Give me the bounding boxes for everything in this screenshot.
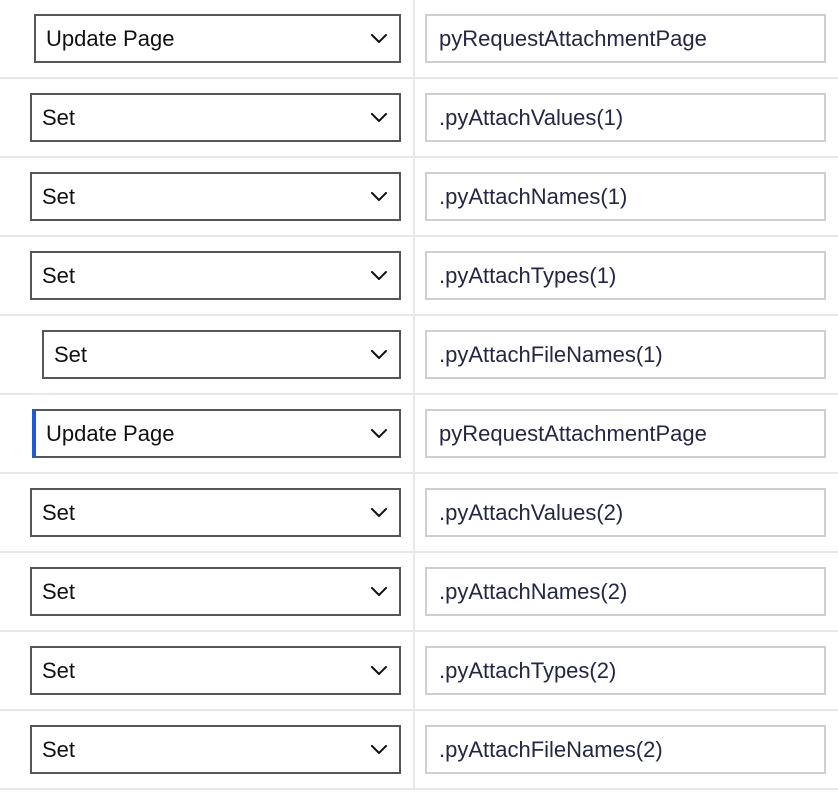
action-dropdown[interactable]: Set <box>30 725 401 774</box>
target-cell: .pyAttachValues(2) <box>415 474 838 551</box>
target-cell: .pyAttachFileNames(1) <box>415 316 838 393</box>
table-row: Update Page pyRequestAttachmentPage <box>0 395 838 474</box>
target-input[interactable]: .pyAttachValues(1) <box>425 93 826 142</box>
target-input[interactable]: pyRequestAttachmentPage <box>425 14 826 63</box>
chevron-down-icon <box>371 508 387 518</box>
action-cell: Set <box>0 711 415 788</box>
actions-table: Update Page pyRequestAttachmentPage Set <box>0 0 838 790</box>
dropdown-label: Set <box>54 342 87 368</box>
action-cell: Set <box>0 158 415 235</box>
dropdown-label: Set <box>42 105 75 131</box>
target-cell: pyRequestAttachmentPage <box>415 0 838 77</box>
target-value: pyRequestAttachmentPage <box>439 26 707 52</box>
target-cell: .pyAttachNames(1) <box>415 158 838 235</box>
target-cell: pyRequestAttachmentPage <box>415 395 838 472</box>
dropdown-label: Update Page <box>46 26 174 52</box>
chevron-down-icon <box>371 192 387 202</box>
chevron-down-icon <box>371 34 387 44</box>
action-cell: Set <box>0 474 415 551</box>
chevron-down-icon <box>371 745 387 755</box>
target-value: .pyAttachTypes(2) <box>439 658 616 684</box>
action-dropdown[interactable]: Set <box>42 330 401 379</box>
target-value: .pyAttachFileNames(1) <box>439 342 663 368</box>
target-cell: .pyAttachNames(2) <box>415 553 838 630</box>
action-cell: Update Page <box>0 0 415 77</box>
table-row: Update Page pyRequestAttachmentPage <box>0 0 838 79</box>
table-row: Set .pyAttachValues(1) <box>0 79 838 158</box>
action-dropdown[interactable]: Set <box>30 172 401 221</box>
target-value: .pyAttachFileNames(2) <box>439 737 663 763</box>
target-value: .pyAttachValues(1) <box>439 105 623 131</box>
dropdown-label: Set <box>42 737 75 763</box>
table-row: Set .pyAttachNames(2) <box>0 553 838 632</box>
dropdown-label: Set <box>42 500 75 526</box>
target-cell: .pyAttachTypes(2) <box>415 632 838 709</box>
dropdown-label: Update Page <box>46 421 174 447</box>
dropdown-label: Set <box>42 658 75 684</box>
target-input[interactable]: .pyAttachValues(2) <box>425 488 826 537</box>
chevron-down-icon <box>371 666 387 676</box>
table-row: Set .pyAttachNames(1) <box>0 158 838 237</box>
target-input[interactable]: .pyAttachNames(1) <box>425 172 826 221</box>
target-input[interactable]: .pyAttachTypes(2) <box>425 646 826 695</box>
action-cell: Update Page <box>0 395 415 472</box>
dropdown-label: Set <box>42 579 75 605</box>
target-input[interactable]: pyRequestAttachmentPage <box>425 409 826 458</box>
target-value: .pyAttachNames(1) <box>439 184 627 210</box>
dropdown-label: Set <box>42 263 75 289</box>
chevron-down-icon <box>371 113 387 123</box>
table-row: Set .pyAttachFileNames(1) <box>0 316 838 395</box>
action-dropdown[interactable]: Set <box>30 567 401 616</box>
action-dropdown[interactable]: Set <box>30 93 401 142</box>
action-cell: Set <box>0 553 415 630</box>
target-value: .pyAttachNames(2) <box>439 579 627 605</box>
target-cell: .pyAttachValues(1) <box>415 79 838 156</box>
action-cell: Set <box>0 79 415 156</box>
target-cell: .pyAttachTypes(1) <box>415 237 838 314</box>
action-cell: Set <box>0 237 415 314</box>
chevron-down-icon <box>371 587 387 597</box>
action-dropdown[interactable]: Update Page <box>34 14 401 63</box>
target-cell: .pyAttachFileNames(2) <box>415 711 838 788</box>
dropdown-label: Set <box>42 184 75 210</box>
chevron-down-icon <box>371 350 387 360</box>
table-row: Set .pyAttachFileNames(2) <box>0 711 838 790</box>
action-dropdown[interactable]: Set <box>30 646 401 695</box>
chevron-down-icon <box>371 429 387 439</box>
chevron-down-icon <box>371 271 387 281</box>
target-value: .pyAttachValues(2) <box>439 500 623 526</box>
target-input[interactable]: .pyAttachNames(2) <box>425 567 826 616</box>
table-row: Set .pyAttachValues(2) <box>0 474 838 553</box>
target-input[interactable]: .pyAttachFileNames(1) <box>425 330 826 379</box>
action-cell: Set <box>0 316 415 393</box>
table-row: Set .pyAttachTypes(2) <box>0 632 838 711</box>
action-dropdown[interactable]: Update Page <box>32 409 401 458</box>
action-cell: Set <box>0 632 415 709</box>
action-dropdown[interactable]: Set <box>30 488 401 537</box>
target-input[interactable]: .pyAttachFileNames(2) <box>425 725 826 774</box>
target-value: pyRequestAttachmentPage <box>439 421 707 447</box>
action-dropdown[interactable]: Set <box>30 251 401 300</box>
target-input[interactable]: .pyAttachTypes(1) <box>425 251 826 300</box>
target-value: .pyAttachTypes(1) <box>439 263 616 289</box>
table-row: Set .pyAttachTypes(1) <box>0 237 838 316</box>
